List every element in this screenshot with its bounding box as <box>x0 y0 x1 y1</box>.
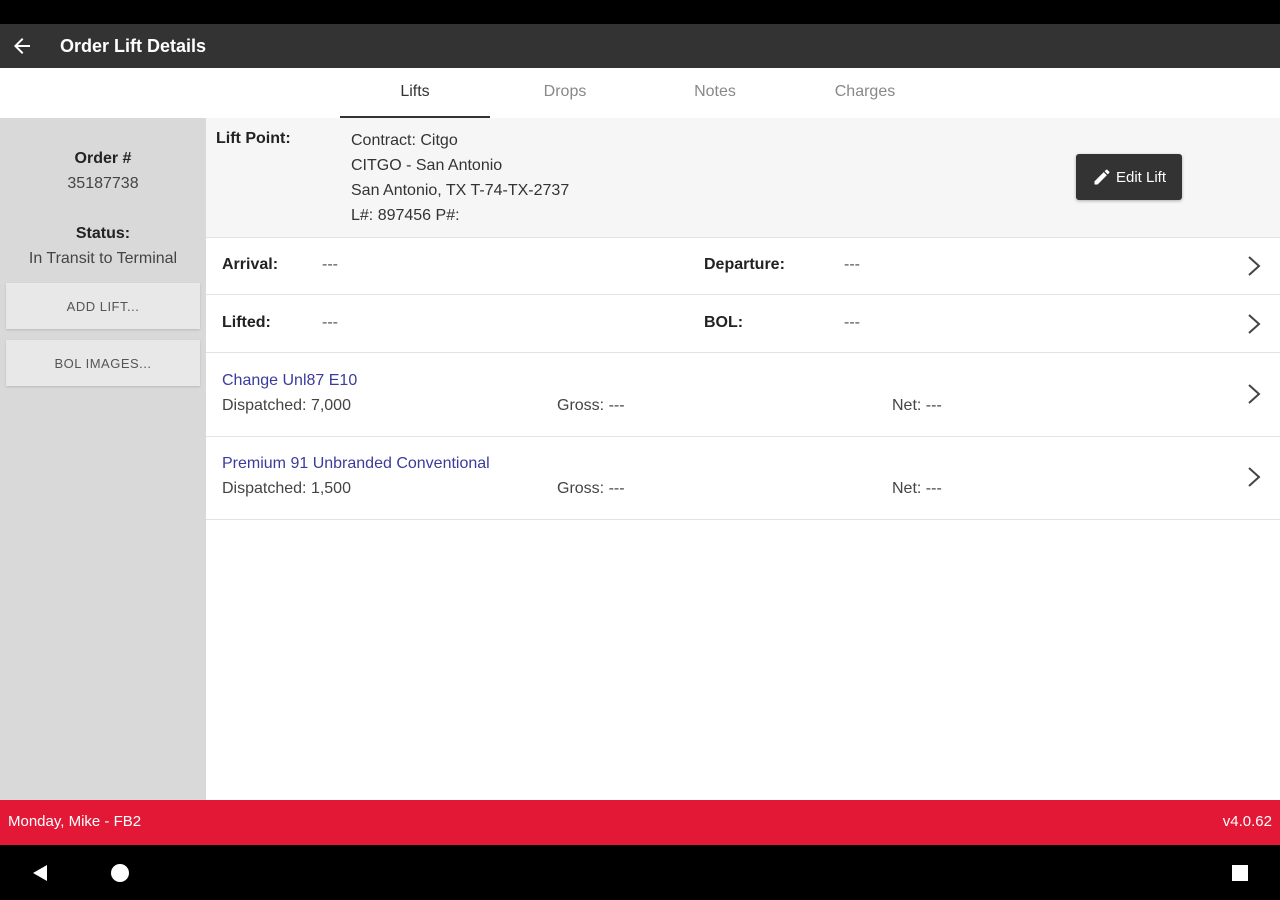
arrival-value: --- <box>322 256 338 273</box>
lifted-label: Lifted: <box>222 314 271 331</box>
chevron-right-icon <box>1248 314 1261 334</box>
product-gross: Gross: --- <box>557 480 625 497</box>
arrival-departure-row[interactable]: Arrival: --- Departure: --- <box>206 238 1280 295</box>
product-row[interactable]: Premium 91 Unbranded Conventional Dispat… <box>206 437 1280 520</box>
lift-point-name: CITGO - San Antonio <box>351 157 503 174</box>
tab-drops[interactable]: Drops <box>490 68 640 116</box>
bol-images-button[interactable]: BOL IMAGES... <box>6 340 200 386</box>
departure-value: --- <box>844 256 860 273</box>
app-bar: Order Lift Details <box>0 24 1280 68</box>
tab-lifts[interactable]: Lifts <box>340 68 490 118</box>
bol-value: --- <box>844 314 860 331</box>
lift-point-location: San Antonio, TX T-74-TX-2737 <box>351 182 570 199</box>
lift-point-numbers: L#: 897456 P#: <box>351 207 460 224</box>
product-dispatched: Dispatched: 1,500 <box>222 480 351 497</box>
order-number-value: 35187738 <box>67 175 139 192</box>
nav-recents-icon[interactable] <box>1231 864 1249 882</box>
lift-details-panel: Lift Point: Contract: Citgo CITGO - San … <box>206 118 1280 800</box>
status-value: In Transit to Terminal <box>28 250 178 267</box>
product-dispatched: Dispatched: 7,000 <box>222 397 351 414</box>
system-navigation-bar <box>0 845 1280 900</box>
app-version: v4.0.62 <box>1222 813 1272 830</box>
product-name: Change Unl87 E10 <box>222 372 358 389</box>
tab-notes[interactable]: Notes <box>640 68 790 116</box>
add-lift-button[interactable]: ADD LIFT... <box>6 283 200 329</box>
chevron-right-icon <box>1248 467 1261 487</box>
lift-point-address: Contract: Citgo CITGO - San Antonio San … <box>351 128 569 228</box>
nav-home-icon[interactable] <box>110 863 130 883</box>
product-gross: Gross: --- <box>557 397 625 414</box>
lifted-value: --- <box>322 314 338 331</box>
product-net: Net: --- <box>892 480 942 497</box>
lift-point-label: Lift Point: <box>216 130 291 147</box>
nav-back-icon[interactable] <box>31 864 49 882</box>
user-info: Monday, Mike - FB2 <box>8 813 142 830</box>
page-title: Order Lift Details <box>60 35 207 56</box>
chevron-right-icon <box>1248 256 1261 276</box>
system-status-bar <box>0 0 1280 24</box>
tab-charges[interactable]: Charges <box>790 68 940 116</box>
back-button[interactable] <box>0 24 44 68</box>
chevron-right-icon <box>1248 384 1261 404</box>
product-row[interactable]: Change Unl87 E10 Dispatched: 7,000 Gross… <box>206 353 1280 437</box>
sidebar: Order # 35187738 Status: In Transit to T… <box>0 118 206 800</box>
lifted-bol-row[interactable]: Lifted: --- BOL: --- <box>206 295 1280 353</box>
order-number-label: Order # <box>74 150 132 167</box>
lift-point-section: Lift Point: Contract: Citgo CITGO - San … <box>206 118 1280 238</box>
back-arrow-icon <box>14 38 30 54</box>
arrival-label: Arrival: <box>222 256 279 273</box>
departure-label: Departure: <box>704 256 785 273</box>
tab-bar: Lifts Drops Notes Charges <box>0 68 1280 118</box>
status-label: Status: <box>75 225 131 242</box>
footer-bar: Monday, Mike - FB2 v4.0.62 <box>0 800 1280 845</box>
lift-point-contract: Contract: Citgo <box>351 132 458 149</box>
pencil-icon <box>1094 169 1110 185</box>
product-net: Net: --- <box>892 397 942 414</box>
edit-lift-label: Edit Lift <box>1115 168 1167 186</box>
product-name: Premium 91 Unbranded Conventional <box>222 455 490 472</box>
edit-lift-button[interactable]: Edit Lift <box>1076 154 1182 200</box>
bol-label: BOL: <box>704 314 744 331</box>
